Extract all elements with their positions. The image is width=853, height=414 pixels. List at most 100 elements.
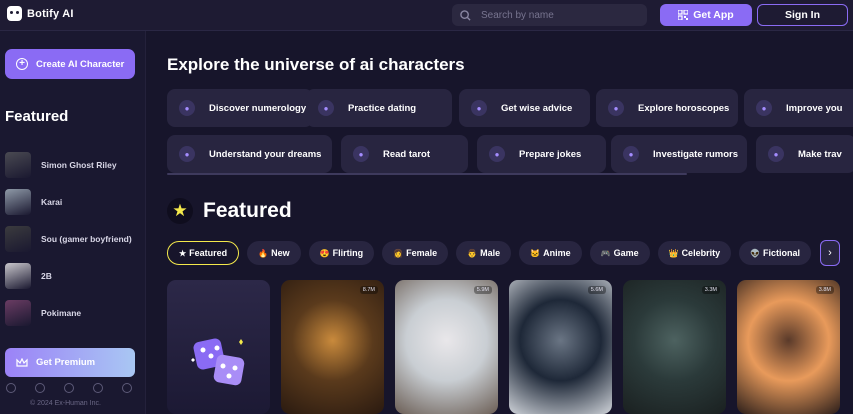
sidebar: + Create AI Character Featured Simon Gho…	[0, 31, 146, 414]
topic-chip[interactable]: ● Discover numerology	[167, 89, 313, 127]
sign-in-button[interactable]: Sign In	[757, 4, 848, 26]
sidebar-character-item[interactable]: Karai	[5, 183, 143, 220]
sidebar-character-item[interactable]: 2B	[5, 257, 143, 294]
avatar	[5, 188, 31, 215]
message-count-badge: 3.3M	[701, 286, 720, 294]
character-card[interactable]: 3.8M	[737, 280, 840, 414]
topic-icon: ●	[179, 100, 195, 116]
sidebar-featured-title: Featured	[5, 108, 69, 125]
tabs-next-button[interactable]: ›	[820, 240, 840, 266]
reddit-icon[interactable]	[122, 383, 132, 393]
topic-icon: ●	[318, 100, 334, 116]
page-title: Explore the universe of ai characters	[167, 55, 465, 74]
topic-label: Read tarot	[383, 148, 430, 160]
tab-label: New	[271, 248, 290, 258]
sidebar-character-item[interactable]: Simon Ghost Riley	[5, 146, 143, 183]
character-card[interactable]: 8.7M	[281, 280, 384, 414]
topic-icon: ●	[353, 146, 369, 162]
sidebar-character-name: Sou (gamer boyfriend)	[41, 233, 132, 244]
topic-label: Explore horoscopes	[638, 102, 730, 114]
search-icon	[460, 9, 471, 21]
topic-chip[interactable]: ● Practice dating	[306, 89, 452, 127]
x-icon[interactable]	[35, 383, 45, 393]
topic-label: Prepare jokes	[519, 148, 582, 160]
tab-male[interactable]: 👨 Male	[456, 241, 512, 265]
character-card[interactable]: 5.6M	[509, 280, 612, 414]
topic-label: Investigate rumors	[653, 148, 738, 160]
sidebar-character-name: Karai	[41, 196, 63, 207]
social-links	[6, 383, 132, 393]
character-card[interactable]: 3.3M	[623, 280, 726, 414]
topic-icon: ●	[756, 100, 772, 116]
sidebar-character-item[interactable]: Pokimane	[5, 294, 143, 331]
tab-anime[interactable]: 🐱 Anime	[519, 241, 582, 265]
topic-chip[interactable]: ● Prepare jokes	[477, 135, 606, 173]
avatar	[5, 225, 31, 252]
instagram-icon[interactable]	[64, 383, 74, 393]
tab-fictional[interactable]: 👽 Fictional	[739, 241, 812, 265]
get-premium-label: Get Premium	[36, 357, 96, 368]
topic-chip[interactable]: ● Investigate rumors	[611, 135, 747, 173]
topic-icon: ●	[179, 146, 195, 162]
message-count-badge: 5.9M	[473, 286, 492, 294]
message-count-badge: 8.7M	[359, 286, 378, 294]
topic-icon: ●	[471, 100, 487, 116]
sidebar-character-item[interactable]: Sou (gamer boyfriend)	[5, 220, 143, 257]
avatar	[5, 151, 31, 178]
category-tabs: ★ Featured 🔥 New 😍 Flirting 👩 Female 👨 Male 🐱 Anime…	[167, 241, 812, 265]
get-premium-button[interactable]: Get Premium	[5, 348, 135, 377]
topic-icon: ●	[623, 146, 639, 162]
topic-icon: ●	[608, 100, 624, 116]
topic-label: Improve you	[786, 102, 843, 114]
top-bar: Botify AI Get App Sign In	[0, 0, 853, 31]
copyright: © 2024 Ex-Human Inc.	[30, 400, 101, 407]
tab-game[interactable]: 🎮 Game	[589, 241, 650, 265]
tab-label: Celebrity	[681, 248, 721, 258]
section-title: Featured	[203, 199, 292, 222]
tab-icon: 😍	[319, 248, 330, 258]
star-icon: ★	[167, 198, 193, 224]
tab-icon: 🎮	[600, 248, 611, 258]
topics-scrollbar[interactable]	[167, 173, 687, 175]
tab-celebrity[interactable]: 👑 Celebrity	[657, 241, 732, 265]
topic-label: Get wise advice	[501, 102, 573, 114]
topic-chip[interactable]: ● Understand your dreams	[167, 135, 332, 173]
topic-chip[interactable]: ● Read tarot	[341, 135, 468, 173]
message-count-badge: 5.6M	[587, 286, 606, 294]
character-cards: 8.7M 5.9M 5.6M 3.3M 3.8M	[167, 280, 840, 414]
search-input[interactable]	[481, 9, 631, 21]
tab-new[interactable]: 🔥 New	[247, 241, 301, 265]
sidebar-character-name: 2B	[41, 270, 52, 281]
chevron-right-icon: ›	[828, 247, 832, 259]
search-bar[interactable]	[452, 4, 647, 26]
tab-icon: 👑	[668, 248, 679, 258]
discord-icon[interactable]	[93, 383, 103, 393]
tab-flirting[interactable]: 😍 Flirting	[308, 241, 375, 265]
tab-label: Female	[406, 248, 438, 258]
topic-chip[interactable]: ● Make trav	[756, 135, 853, 173]
tab-label: Game	[613, 248, 639, 258]
tab-female[interactable]: 👩 Female	[382, 241, 449, 265]
character-card[interactable]: 5.9M	[395, 280, 498, 414]
topic-label: Practice dating	[348, 102, 417, 114]
tab-label: Flirting	[332, 248, 364, 258]
tab-icon: 🐱	[530, 248, 541, 258]
tab-featured[interactable]: ★ Featured	[167, 241, 240, 265]
topic-chip[interactable]: ● Explore horoscopes	[596, 89, 738, 127]
featured-section-header: ★ Featured	[167, 198, 292, 224]
topic-chip[interactable]: ● Improve you	[744, 89, 853, 127]
tab-icon: 👽	[750, 248, 761, 258]
random-character-card[interactable]	[167, 280, 270, 414]
create-character-button[interactable]: + Create AI Character	[5, 49, 135, 79]
logo-text: Botify AI	[27, 7, 74, 20]
topic-icon: ●	[768, 146, 784, 162]
facebook-icon[interactable]	[6, 383, 16, 393]
tab-icon: ★	[179, 248, 187, 258]
logo[interactable]: Botify AI	[7, 6, 74, 21]
tab-icon: 👨	[467, 248, 478, 258]
sidebar-character-name: Pokimane	[41, 307, 82, 318]
avatar	[5, 262, 31, 289]
sign-in-label: Sign In	[785, 9, 820, 21]
topic-chip[interactable]: ● Get wise advice	[459, 89, 590, 127]
get-app-button[interactable]: Get App	[660, 4, 752, 26]
